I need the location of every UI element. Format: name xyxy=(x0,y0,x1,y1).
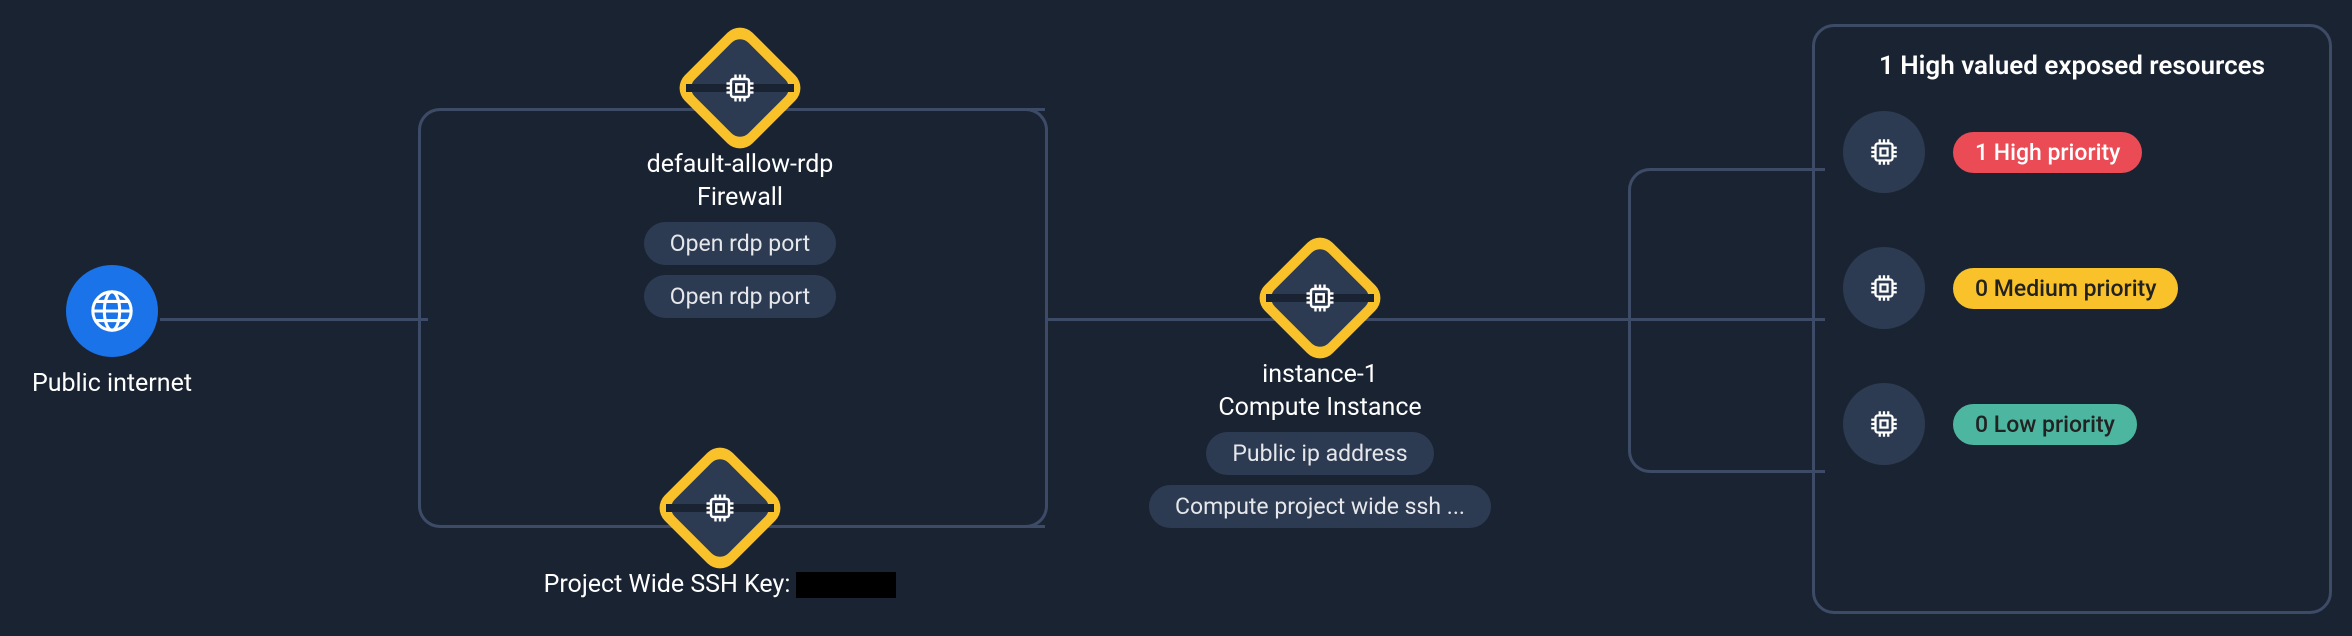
connector xyxy=(1655,168,1825,171)
node-subtitle: Compute Instance xyxy=(1145,393,1495,422)
priority-row-high[interactable]: 1 High priority xyxy=(1843,111,2301,193)
connector xyxy=(1018,108,1048,138)
node-title: Project Wide SSH Key: xyxy=(500,570,940,599)
node-public-internet[interactable]: Public internet xyxy=(22,265,202,398)
priority-row-medium[interactable]: 0 Medium priority xyxy=(1843,247,2301,329)
connector xyxy=(1628,443,1658,473)
connector xyxy=(1655,470,1825,473)
node-sshkey[interactable]: Project Wide SSH Key: xyxy=(500,460,940,599)
node-title: default-allow-rdp xyxy=(600,150,880,179)
node-subtitle: Firewall xyxy=(600,183,880,212)
cpu-icon xyxy=(692,40,788,136)
globe-icon xyxy=(66,265,158,357)
node-instance[interactable]: instance-1 Compute Instance Public ip ad… xyxy=(1145,250,1495,528)
connector xyxy=(1628,198,1631,446)
priority-badge: 1 High priority xyxy=(1953,132,2142,173)
node-title-text: Project Wide SSH Key: xyxy=(544,570,791,599)
cpu-icon xyxy=(672,460,768,556)
tag-pill[interactable]: Public ip address xyxy=(1206,432,1433,475)
attack-path-diagram: Public internet default-allow-rdp Firewa… xyxy=(0,0,2352,636)
priority-row-low[interactable]: 0 Low priority xyxy=(1843,383,2301,465)
node-title: instance-1 xyxy=(1145,360,1495,389)
cpu-icon xyxy=(1843,383,1925,465)
tag-pill[interactable]: Open rdp port xyxy=(644,222,836,265)
redacted-value xyxy=(796,572,896,598)
priority-badge: 0 Medium priority xyxy=(1953,268,2178,309)
cpu-icon xyxy=(1272,250,1368,346)
cpu-icon xyxy=(1843,111,1925,193)
connector xyxy=(418,318,421,503)
connector xyxy=(1631,318,1825,321)
connector xyxy=(1018,498,1048,528)
cpu-icon xyxy=(1843,247,1925,329)
connector xyxy=(418,498,448,528)
node-label: Public internet xyxy=(22,369,202,398)
connector xyxy=(1045,135,1048,323)
node-firewall[interactable]: default-allow-rdp Firewall Open rdp port… xyxy=(600,40,880,318)
exposed-resources-panel: 1 High valued exposed resources 1 High p… xyxy=(1812,24,2332,614)
connector xyxy=(1045,318,1048,503)
priority-badge: 0 Low priority xyxy=(1953,404,2137,445)
panel-title: 1 High valued exposed resources xyxy=(1843,51,2301,81)
connector xyxy=(418,108,448,138)
tag-pill[interactable]: Compute project wide ssh ... xyxy=(1149,485,1491,528)
connector xyxy=(418,135,421,323)
tag-pill[interactable]: Open rdp port xyxy=(644,275,836,318)
connector xyxy=(1628,168,1658,198)
